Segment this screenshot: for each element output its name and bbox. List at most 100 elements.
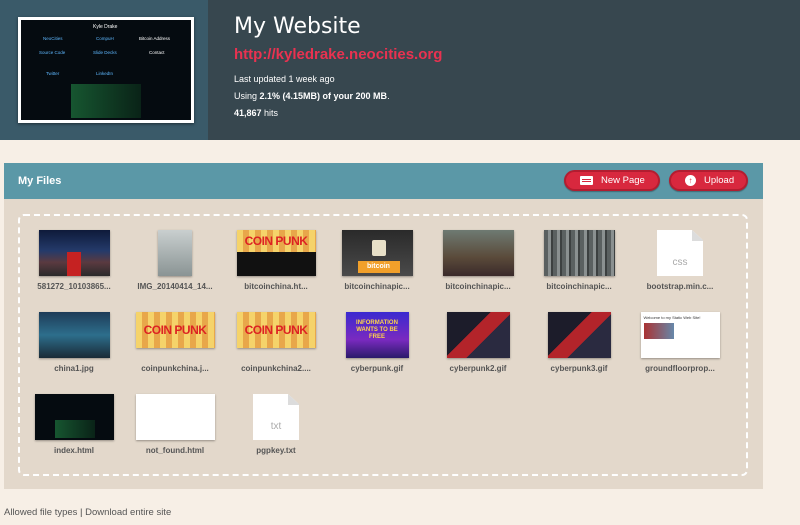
preview-link: Slide Decks <box>93 50 117 55</box>
file-item[interactable]: not_found.html <box>125 394 225 455</box>
file-name: bitcoinchinapic... <box>546 282 612 291</box>
file-thumbnail <box>34 394 114 440</box>
file-thumbnail: INFORMATION WANTS TO BE FREE <box>345 312 409 358</box>
preview-link: LinkedIn <box>96 71 114 76</box>
site-screenshot[interactable]: Kyle Drake NeoCities CompuH Bitcoin Addr… <box>18 17 194 123</box>
file-thumbnail <box>446 312 510 358</box>
file-thumbnail <box>547 312 611 358</box>
file-extension: txt <box>270 421 282 432</box>
preview-link: Source Code <box>39 50 66 55</box>
photo-person <box>66 252 81 276</box>
usage-suffix: . <box>387 91 390 101</box>
files-panel: My Files New Page ↑ Upload 581272_101038… <box>4 163 763 489</box>
file-item[interactable]: bitcoinchinapic... <box>529 230 629 291</box>
preview-matrix-graphic <box>54 420 95 438</box>
photo-mug <box>371 240 386 256</box>
css-file-icon: css <box>657 230 703 276</box>
file-thumbnail <box>543 230 615 276</box>
file-item[interactable]: china1.jpg <box>24 312 124 373</box>
site-preview-area: Kyle Drake NeoCities CompuH Bitcoin Addr… <box>0 0 208 140</box>
file-item[interactable]: css bootstrap.min.c... <box>630 230 730 291</box>
file-item[interactable]: txt pgpkey.txt <box>226 394 326 455</box>
file-thumbnail: COIN PUNK <box>236 230 316 276</box>
file-name: cyberpunk.gif <box>350 364 404 373</box>
file-item[interactable]: bitcoin bitcoinchinapic... <box>327 230 427 291</box>
usage-value: 2.1% (4.15MB) of your 200 MB <box>259 91 388 101</box>
footer-separator: | <box>77 507 86 518</box>
info-wants-free-text: INFORMATION WANTS TO BE FREE <box>356 320 398 340</box>
file-thumbnail <box>135 394 215 440</box>
file-thumbnail: COIN PUNK <box>135 312 215 348</box>
storage-usage: Using 2.1% (4.15MB) of your 200 MB. <box>234 91 390 101</box>
file-name: bootstrap.min.c... <box>646 282 714 291</box>
preview-link: CompuH <box>96 36 114 41</box>
preview-contact: Contact <box>149 50 165 55</box>
usage-prefix: Using <box>234 91 260 101</box>
new-page-button[interactable]: New Page <box>564 170 660 191</box>
file-name: index.html <box>53 446 94 455</box>
file-item[interactable]: 581272_10103865... <box>24 230 124 291</box>
file-name: pgpkey.txt <box>256 446 296 455</box>
file-name: coinpunkchina.j... <box>141 364 209 373</box>
page-icon <box>580 176 593 185</box>
allowed-file-types-link[interactable]: Allowed file types <box>4 507 77 518</box>
file-name: IMG_20140414_14... <box>137 282 213 291</box>
preview-link: Twitter <box>46 71 60 76</box>
last-updated: Last updated 1 week ago <box>234 74 335 84</box>
site-header: Kyle Drake NeoCities CompuH Bitcoin Addr… <box>0 0 800 140</box>
upload-label: Upload <box>704 175 735 186</box>
upload-arrow-icon: ↑ <box>685 175 696 186</box>
file-name: not_found.html <box>145 446 205 455</box>
file-item[interactable]: cyberpunk3.gif <box>529 312 629 373</box>
bitcoin-logo: bitcoin <box>357 261 400 273</box>
file-name: cyberpunk2.gif <box>449 364 507 373</box>
file-name: cyberpunk3.gif <box>550 364 608 373</box>
file-name: bitcoinchina.ht... <box>244 282 308 291</box>
new-page-label: New Page <box>601 175 645 186</box>
thumb-page-heading: Welcome to my Static Web Site! <box>643 315 701 320</box>
file-thumbnail <box>442 230 514 276</box>
file-name: bitcoinchinapic... <box>445 282 511 291</box>
file-thumbnail <box>158 230 192 276</box>
download-site-link[interactable]: Download entire site <box>85 507 171 518</box>
preview-name: Kyle Drake <box>93 24 118 30</box>
file-item[interactable]: Welcome to my Static Web Site! groundflo… <box>630 312 730 373</box>
file-thumbnail: COIN PUNK <box>236 312 316 348</box>
hits-value: 41,867 <box>234 108 262 118</box>
file-item[interactable]: bitcoinchinapic... <box>428 230 528 291</box>
file-item[interactable]: COIN PUNK coinpunkchina2.... <box>226 312 326 373</box>
file-item[interactable]: INFORMATION WANTS TO BE FREE cyberpunk.g… <box>327 312 427 373</box>
site-url-link[interactable]: http://kyledrake.neocities.org <box>234 46 442 63</box>
txt-file-icon: txt <box>253 394 299 440</box>
file-name: coinpunkchina2.... <box>241 364 311 373</box>
coinpunk-logo: COIN PUNK <box>244 323 308 337</box>
file-item[interactable]: COIN PUNK bitcoinchina.ht... <box>226 230 326 291</box>
file-item[interactable]: index.html <box>24 394 124 455</box>
thumb-page-image <box>643 323 674 339</box>
hits-suffix: hits <box>261 108 279 118</box>
site-title: My Website <box>234 14 361 39</box>
files-panel-header: My Files New Page ↑ Upload <box>4 163 763 199</box>
file-item[interactable]: IMG_20140414_14... <box>125 230 225 291</box>
file-thumbnail: Welcome to my Static Web Site! <box>640 312 720 358</box>
file-thumbnail <box>38 230 110 276</box>
files-panel-title: My Files <box>18 175 62 187</box>
file-thumbnail <box>38 312 110 358</box>
upload-button[interactable]: ↑ Upload <box>669 170 748 191</box>
file-name: china1.jpg <box>54 364 94 373</box>
file-item[interactable]: COIN PUNK coinpunkchina.j... <box>125 312 225 373</box>
file-name: 581272_10103865... <box>37 282 111 291</box>
hit-count: 41,867 hits <box>234 108 278 118</box>
footer: Allowed file types | Download entire sit… <box>4 507 171 518</box>
file-name: bitcoinchinapic... <box>344 282 410 291</box>
site-screenshot-image: Kyle Drake NeoCities CompuH Bitcoin Addr… <box>21 20 191 120</box>
preview-matrix-graphic <box>71 84 141 118</box>
file-extension: css <box>672 257 688 268</box>
preview-link: NeoCities <box>43 36 63 41</box>
preview-bitcoin: Bitcoin Address <box>139 36 171 41</box>
coinpunk-logo: COIN PUNK <box>244 234 308 248</box>
file-item[interactable]: cyberpunk2.gif <box>428 312 528 373</box>
file-thumbnail: bitcoin <box>341 230 413 276</box>
file-name: groundfloorprop... <box>645 364 715 373</box>
coinpunk-logo: COIN PUNK <box>143 323 207 337</box>
